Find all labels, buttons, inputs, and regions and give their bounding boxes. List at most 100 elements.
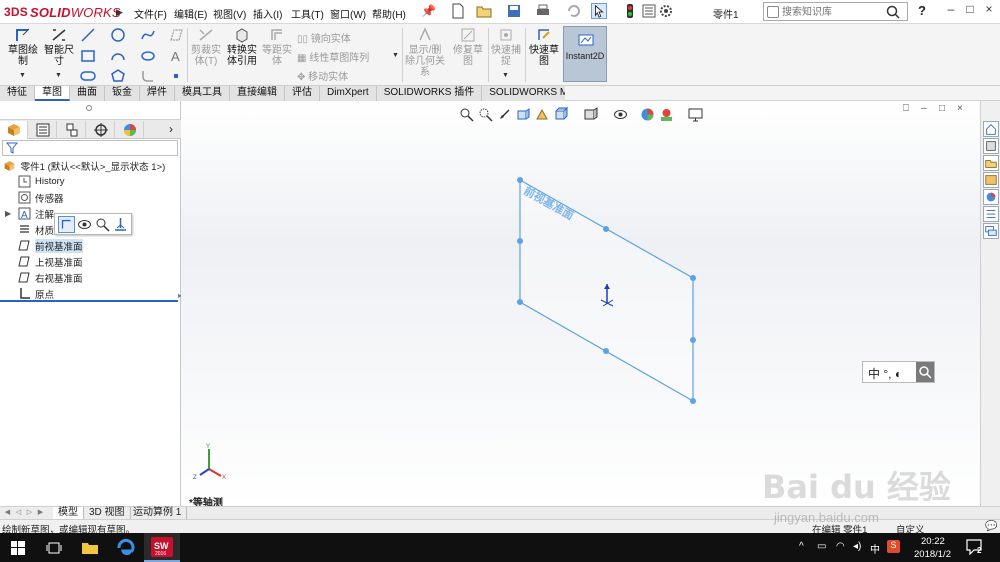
plane-handle[interactable] (690, 398, 696, 404)
plane-sketch-icon[interactable] (168, 27, 184, 43)
forum-icon[interactable] (983, 223, 999, 239)
last-tab-arrow-icon[interactable]: ▶ (35, 508, 46, 519)
pattern-dropdown-icon[interactable]: ▼ (392, 52, 399, 59)
ime-indicator[interactable]: 中 (870, 541, 880, 556)
solidworks-logo[interactable]: 3DS SOLID WORKS (4, 3, 121, 21)
quick-snaps-button[interactable]: 快速捕捉 (490, 26, 522, 67)
tree-item-top-plane[interactable]: 上视基准面 (18, 254, 83, 269)
close-button[interactable]: × (980, 2, 998, 20)
plane-handle[interactable] (603, 226, 609, 232)
search-scope-icon[interactable] (767, 6, 779, 18)
plane-handle[interactable] (517, 299, 523, 305)
zoom-to-area-icon[interactable] (478, 107, 493, 122)
tab-sketch[interactable]: 草图 (35, 86, 70, 101)
mirror-entities-button[interactable]: ▯▯ 镜向实体 (297, 30, 351, 45)
tree-item-history[interactable]: History (18, 174, 65, 189)
circle-icon[interactable] (110, 27, 126, 43)
more-tabs-arrow-icon[interactable]: › (169, 122, 173, 136)
file-explorer-icon[interactable] (983, 155, 999, 171)
save-icon[interactable] (506, 3, 522, 19)
sketch-on-plane-icon[interactable] (58, 216, 75, 233)
file-properties-icon[interactable] (641, 3, 657, 19)
tab-weldments[interactable]: 焊件 (140, 86, 175, 101)
graphics-viewport[interactable]: 前视基准面 Y X Z ⎕ – □ × *等轴测 中 °, ◐ (181, 101, 980, 506)
show-hide-eye-icon[interactable] (76, 216, 93, 233)
edge-browser-button[interactable] (108, 533, 144, 562)
viewport-minimize-icon[interactable]: – (921, 103, 927, 114)
configuration-manager-tab[interactable] (58, 121, 86, 139)
repair-sketch-button[interactable]: 修复草图 (453, 26, 483, 67)
viewport-maximize-icon[interactable]: □ (939, 103, 945, 114)
display-relations-button[interactable]: 显示/删除几何关系 (404, 26, 446, 78)
polygon-icon[interactable] (110, 68, 126, 84)
plane-handle[interactable] (517, 177, 523, 183)
tab-mold-tools[interactable]: 模具工具 (175, 86, 230, 101)
line-icon[interactable] (80, 27, 96, 43)
offset-entities-button[interactable]: 等距实体 (262, 26, 292, 67)
ime-moon-icon[interactable]: ◐ (895, 367, 902, 381)
feature-tree-root[interactable]: 零件1 (默认<<默认>_显示状态 1>) (3, 159, 165, 173)
search-knowledge-base[interactable] (763, 2, 908, 21)
tab-evaluate[interactable]: 评估 (285, 86, 320, 101)
previous-view-icon[interactable] (497, 107, 512, 122)
rapid-sketch-button[interactable]: 快速草图 (528, 26, 560, 67)
design-library-icon[interactable] (983, 138, 999, 154)
plane-handle[interactable] (690, 275, 696, 281)
arc-icon[interactable] (110, 48, 126, 64)
view-orientation-icon[interactable] (554, 107, 569, 122)
slot-icon[interactable] (80, 68, 96, 84)
view-palette-icon[interactable] (983, 172, 999, 188)
fillet-icon[interactable] (140, 68, 156, 84)
menu-insert[interactable]: 插入(I) (253, 6, 282, 21)
plane-handle[interactable] (690, 337, 696, 343)
open-folder-icon[interactable] (476, 3, 492, 19)
tree-item-material[interactable]: 材质 (18, 222, 54, 237)
ellipse-icon[interactable] (140, 48, 156, 64)
zoom-to-fit-icon[interactable] (459, 107, 474, 122)
zoom-to-selection-icon[interactable] (94, 216, 111, 233)
menu-tools[interactable]: 工具(T) (291, 6, 324, 21)
tree-item-annotations[interactable]: A 注解 (18, 206, 54, 221)
move-entities-button[interactable]: ✥ 移动实体 (297, 68, 348, 83)
options-gear-icon[interactable] (658, 3, 674, 19)
feature-manager-tab[interactable] (0, 121, 28, 139)
tab-dimxpert[interactable]: DimXpert (320, 86, 377, 101)
linear-pattern-button[interactable]: ▦ 线性草图阵列 (297, 49, 369, 64)
search-icon[interactable] (886, 5, 900, 19)
panel-splitter[interactable] (0, 300, 178, 302)
menu-help[interactable]: 帮助(H) (372, 6, 406, 21)
plane-handle[interactable] (603, 348, 609, 354)
show-hidden-icons-icon[interactable]: ^ (799, 541, 804, 552)
solidworks-resources-icon[interactable] (983, 121, 999, 137)
normal-to-icon[interactable] (112, 216, 129, 233)
viewport-restore-icon[interactable]: ⎕ (903, 103, 909, 114)
smart-dimension-button[interactable]: 智能尺寸 (42, 26, 76, 67)
display-manager-tab[interactable] (116, 121, 144, 139)
rebuild-icon[interactable] (622, 3, 638, 19)
prev-tab-arrow-icon[interactable]: ◁ (13, 508, 24, 519)
display-style-icon[interactable] (583, 107, 598, 122)
sogou-ime-icon[interactable]: S (887, 540, 900, 553)
tree-item-right-plane[interactable]: 右视基准面 (18, 270, 83, 285)
tab-surfaces[interactable]: 曲面 (70, 86, 105, 101)
view-settings-icon[interactable] (688, 107, 703, 122)
clock-time[interactable]: 20:22 (921, 536, 945, 547)
section-view-icon[interactable] (516, 107, 531, 122)
panel-grip-icon[interactable] (86, 105, 92, 111)
logo-menu-arrow-icon[interactable]: ▶ (116, 7, 123, 18)
start-button[interactable] (0, 533, 36, 562)
dynamic-annotation-icon[interactable] (535, 107, 550, 122)
hide-show-items-icon[interactable] (613, 107, 628, 122)
appearances-icon[interactable] (983, 189, 999, 205)
new-document-icon[interactable] (450, 3, 466, 19)
tree-item-front-plane[interactable]: 前视基准面 (18, 238, 83, 253)
point-icon[interactable] (168, 68, 184, 84)
print-icon[interactable] (535, 3, 551, 19)
tab-features[interactable]: 特征 (0, 86, 35, 101)
menu-edit[interactable]: 编辑(E) (174, 6, 207, 21)
spline-icon[interactable] (140, 27, 156, 43)
rectangle-icon[interactable] (80, 48, 96, 64)
tab-direct-editing[interactable]: 直接编辑 (230, 86, 285, 101)
status-tooltip-icon[interactable]: 💬 (985, 521, 997, 532)
action-center-button[interactable]: 2 (966, 539, 984, 558)
